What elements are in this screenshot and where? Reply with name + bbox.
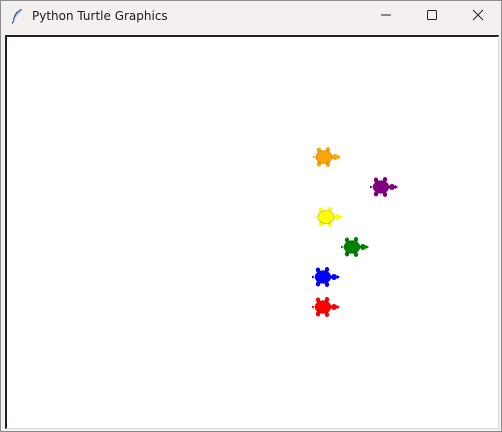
maximize-button[interactable] [409,1,455,32]
turtle-window: Python Turtle Graphics [0,0,502,432]
turtle-green [341,236,369,258]
minimize-icon [380,8,392,26]
turtle-orange [313,146,341,168]
maximize-icon [426,8,438,26]
turtle-purple [370,176,398,198]
turtle-canvas[interactable] [5,35,499,429]
turtle-blue [312,266,340,288]
turtle-red [312,296,340,318]
turtle-yellow [315,206,343,228]
title-bar[interactable]: Python Turtle Graphics [1,1,501,32]
close-icon [472,8,484,26]
window-title: Python Turtle Graphics [32,9,168,23]
feather-pen-icon [10,8,24,24]
close-button[interactable] [455,1,501,32]
minimize-button[interactable] [363,1,409,32]
